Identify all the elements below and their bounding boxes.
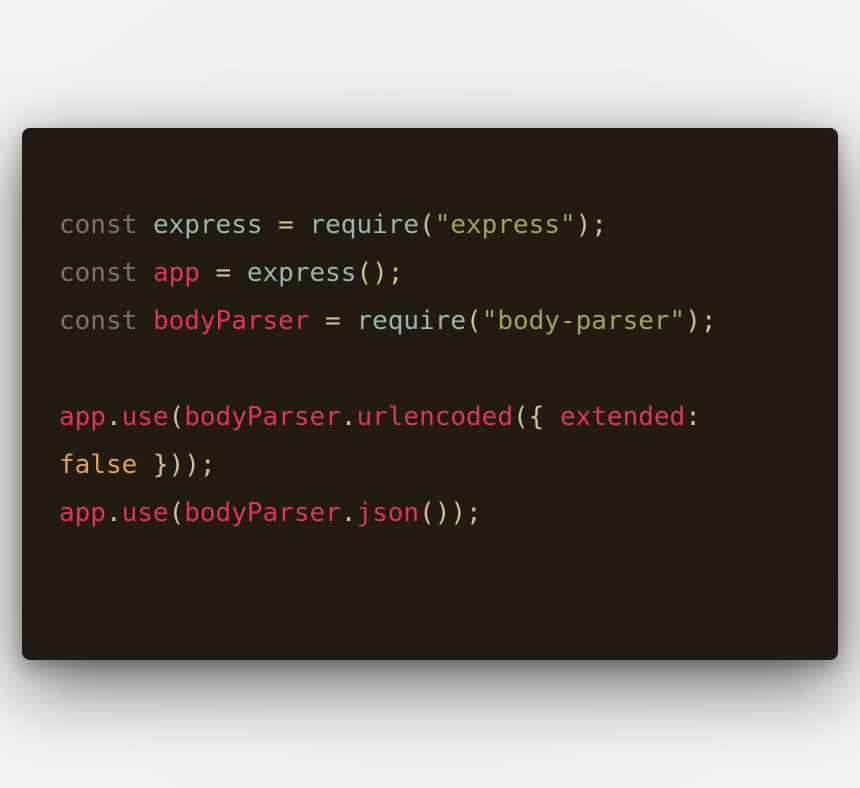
code-token-variable: bodyParser xyxy=(152,306,310,336)
code-token-identifier: require xyxy=(356,306,467,336)
code-token-punctuation: ( xyxy=(168,402,185,432)
code-line: false })); xyxy=(59,441,838,489)
code-token-punctuation: = xyxy=(309,306,357,336)
code-token-punctuation: ( xyxy=(168,498,185,528)
page-background: const express = require("express"); const… xyxy=(0,0,860,788)
code-line: app.use(bodyParser.urlencoded({ extended… xyxy=(59,393,838,441)
code-token-punctuation: ( xyxy=(419,210,435,240)
code-token-punctuation: ()); xyxy=(419,498,482,528)
code-token-punctuation: . xyxy=(340,402,357,432)
code-token-variable: urlencoded xyxy=(356,402,513,432)
code-token-variable: use xyxy=(121,402,169,432)
code-token-punctuation: . xyxy=(105,498,122,528)
code-token-keyword: const xyxy=(59,306,138,336)
code-line: const express = require("express"); xyxy=(59,201,838,249)
code-token-punctuation: })); xyxy=(137,450,216,480)
code-token-variable: bodyParser xyxy=(184,498,341,528)
code-token-punctuation xyxy=(137,258,153,288)
code-snippet-window: const express = require("express"); const… xyxy=(22,128,838,660)
code-token-boolean: false xyxy=(59,450,138,480)
code-token-punctuation: = xyxy=(262,210,310,240)
code-token-keyword: const xyxy=(59,258,138,288)
code-token-punctuation: ); xyxy=(685,306,717,336)
code-token-string: "express" xyxy=(434,210,576,240)
code-line: const app = express(); xyxy=(59,249,838,297)
code-token-punctuation xyxy=(137,306,153,336)
code-token-variable: app xyxy=(59,402,106,432)
code-token-keyword: const xyxy=(59,210,138,240)
code-token-variable: use xyxy=(121,498,169,528)
code-token-variable: bodyParser xyxy=(184,402,341,432)
code-token-punctuation: ( xyxy=(466,306,482,336)
code-token-variable: app xyxy=(59,498,106,528)
code-token-variable: json xyxy=(356,498,420,528)
code-token-punctuation: . xyxy=(340,498,357,528)
code-token-punctuation: ); xyxy=(575,210,607,240)
code-line: app.use(bodyParser.json()); xyxy=(59,489,838,537)
code-token-punctuation: (); xyxy=(356,258,404,288)
code-token-punctuation: : xyxy=(685,402,701,432)
code-block: const express = require("express"); const… xyxy=(59,201,838,537)
code-token-punctuation: ({ xyxy=(513,402,560,432)
code-token-identifier: express xyxy=(246,258,357,288)
code-line: const bodyParser = require("body-parser"… xyxy=(59,297,838,345)
code-token-variable: app xyxy=(152,258,200,288)
code-token-string: "body-parser" xyxy=(481,306,686,336)
code-token-identifier: require xyxy=(309,210,420,240)
code-token-punctuation: = xyxy=(199,258,247,288)
code-token-punctuation xyxy=(137,210,153,240)
code-token-punctuation: . xyxy=(105,402,122,432)
code-token-identifier: express xyxy=(152,210,263,240)
code-token-variable: extended xyxy=(559,402,686,432)
